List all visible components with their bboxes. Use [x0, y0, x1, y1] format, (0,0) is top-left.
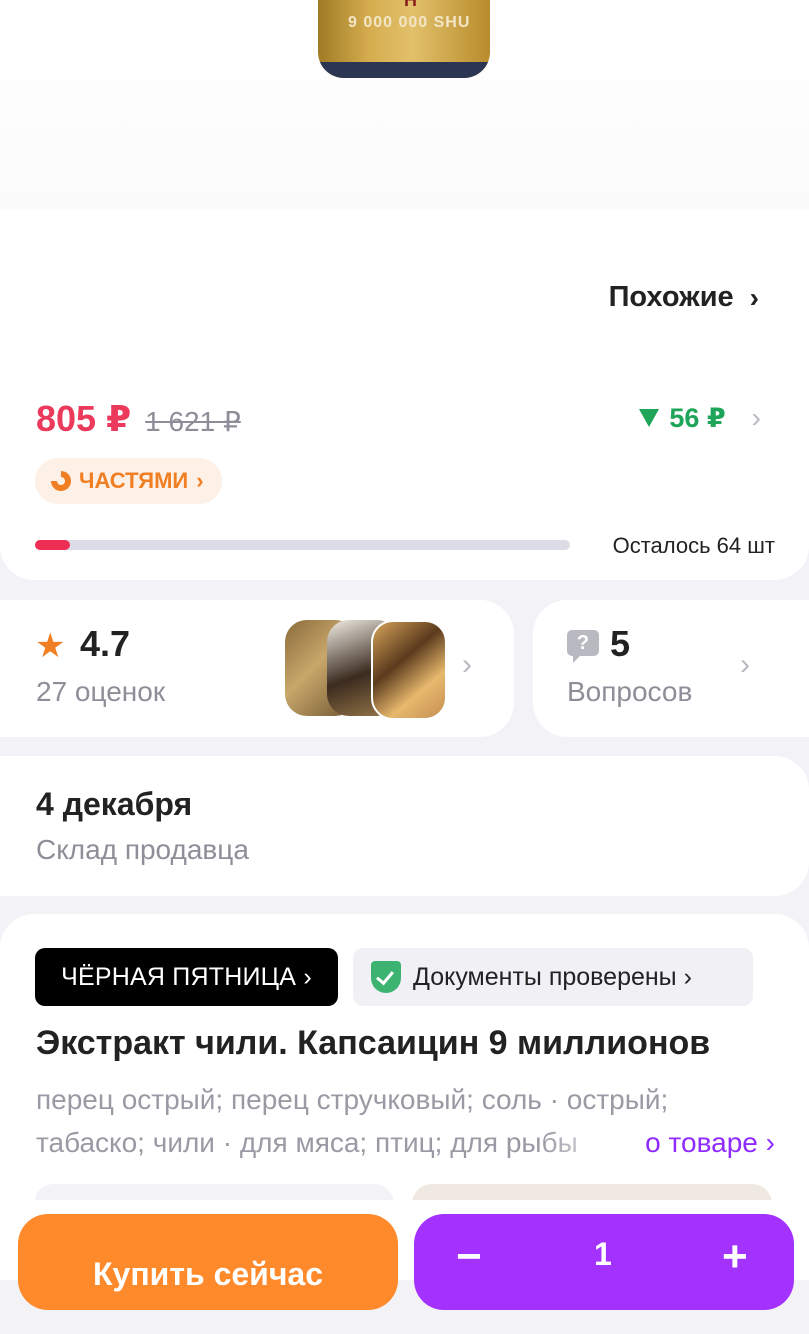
chevron-right-icon: ›: [740, 648, 750, 681]
tags-fade: [540, 1121, 630, 1164]
chevron-right-icon: ›: [462, 648, 472, 681]
installments-button[interactable]: ЧАСТЯМИ ›: [35, 458, 222, 504]
chevron-right-icon: ›: [196, 468, 204, 493]
product-image[interactable]: H 9 000 000 SHU: [0, 0, 809, 210]
stock-progress-bar: [35, 540, 570, 550]
similar-products-link[interactable]: Похожие ›: [609, 281, 759, 314]
quantity-plus-button[interactable]: +: [722, 1232, 748, 1282]
chevron-right-icon: ›: [749, 281, 759, 313]
question-icon: ?: [567, 630, 599, 663]
stock-remaining: Осталось 64 шт: [612, 533, 775, 558]
cashback-link[interactable]: 56 ₽ ›: [639, 402, 761, 434]
pie-icon: [51, 471, 71, 491]
bottle-label-text: 9 000 000 SHU: [348, 14, 471, 31]
price-row: 805 ₽ 1 621 ₽: [36, 398, 241, 440]
documents-verified-badge[interactable]: Документы проверены ›: [353, 948, 753, 1006]
stock-progress-fill: [35, 540, 70, 550]
questions-label: Вопросов: [567, 676, 693, 707]
delivery-date: 4 декабря: [36, 786, 193, 822]
documents-verified-label: Документы проверены ›: [413, 962, 692, 991]
about-product-link[interactable]: о товаре ›: [643, 1121, 775, 1164]
review-photo-thumbnail: [371, 620, 447, 720]
similar-label: Похожие: [608, 281, 734, 313]
review-photos[interactable]: [285, 620, 447, 720]
questions-card[interactable]: [533, 600, 809, 737]
buy-now-button[interactable]: Купить сейчас: [18, 1214, 398, 1310]
black-friday-badge[interactable]: ЧЁРНАЯ ПЯТНИЦА ›: [35, 948, 338, 1006]
quantity-minus-button[interactable]: −: [456, 1232, 482, 1282]
delivery-card[interactable]: [0, 756, 809, 896]
quantity-value: 1: [594, 1236, 612, 1272]
rating-value: 4.7: [80, 623, 131, 664]
star-icon: ★: [35, 627, 66, 665]
bottle-cap: [318, 62, 490, 78]
old-price: 1 621 ₽: [145, 406, 241, 437]
bottle-letter: H: [404, 0, 417, 10]
rating-count: 27 оценок: [36, 676, 166, 707]
triangle-down-icon: [639, 409, 660, 427]
questions-count: 5: [610, 623, 631, 664]
installments-label: ЧАСТЯМИ: [79, 468, 189, 493]
shield-check-icon: [371, 961, 401, 993]
product-bottle-image: H 9 000 000 SHU: [318, 0, 490, 78]
delivery-source: Склад продавца: [36, 834, 249, 865]
product-title: Экстракт чили. Капсаицин 9 миллионов: [36, 1024, 711, 1062]
current-price: 805 ₽: [36, 398, 132, 439]
chevron-right-icon: ›: [751, 402, 761, 433]
cashback-amount: 56 ₽: [669, 402, 726, 433]
